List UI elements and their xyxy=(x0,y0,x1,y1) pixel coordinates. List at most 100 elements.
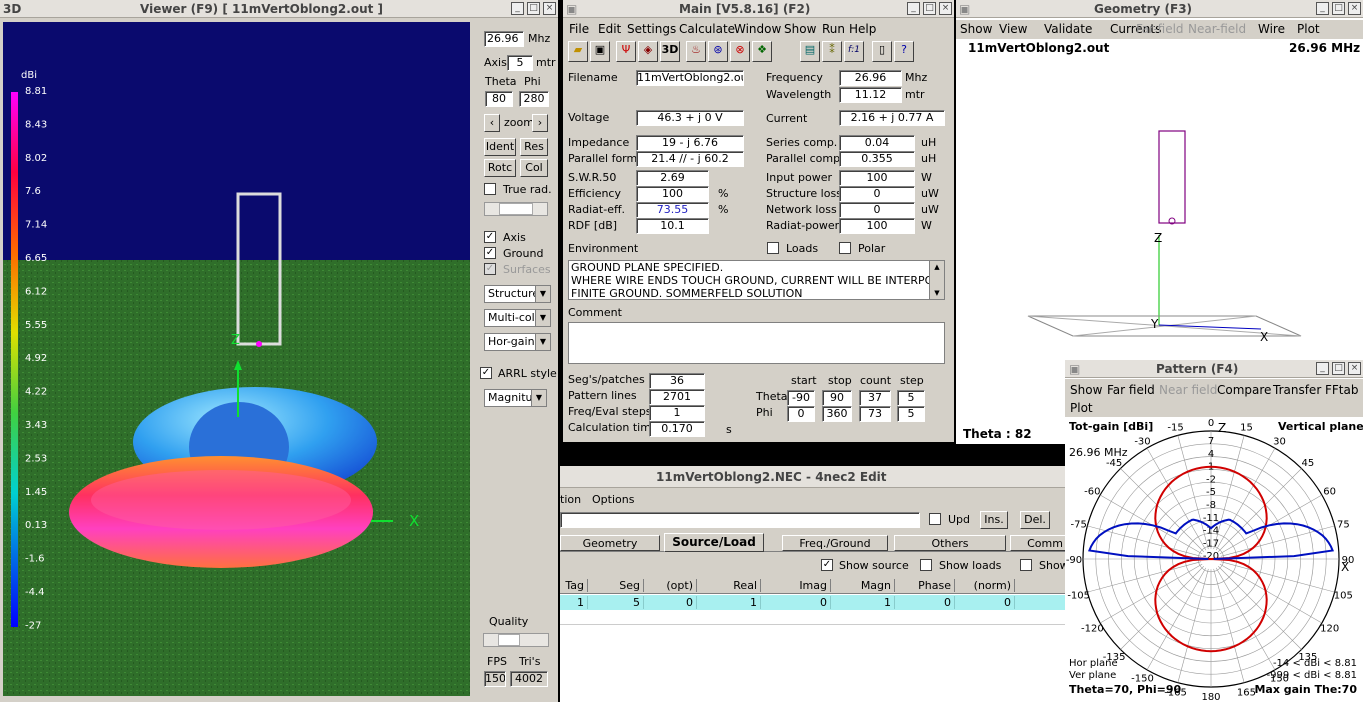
table-cell[interactable]: 1 xyxy=(699,596,761,609)
theta-step-field[interactable]: 5 xyxy=(897,390,925,406)
table-row[interactable]: 15010100 xyxy=(560,595,1065,610)
menu-show[interactable]: Show xyxy=(784,22,816,36)
quality-slider[interactable] xyxy=(483,633,549,647)
pattern-menu-near-field[interactable]: Near field xyxy=(1159,383,1217,397)
table-header-cell[interactable]: Tag xyxy=(560,579,588,592)
pattern-menu-far-field[interactable]: Far field xyxy=(1107,383,1155,397)
minimize-button[interactable]: _ xyxy=(1316,2,1329,15)
col-button[interactable]: Col xyxy=(520,159,548,177)
table-cell[interactable]: 0 xyxy=(645,596,697,609)
maximize-button[interactable]: □ xyxy=(1332,2,1345,15)
globe-icon[interactable]: ⊛ xyxy=(708,41,728,62)
scale-button[interactable]: f:1 xyxy=(844,41,864,62)
table-header-cell[interactable]: Phase xyxy=(897,579,955,592)
rdf-field[interactable]: 10.1 xyxy=(636,218,709,234)
theta-field[interactable]: 80 xyxy=(485,91,513,107)
surfaces-checkbox[interactable]: ✓ xyxy=(484,263,496,275)
upd-checkbox[interactable] xyxy=(929,513,941,525)
menu-settings[interactable]: Settings xyxy=(627,22,676,36)
res-button[interactable]: Res xyxy=(520,138,548,156)
minimize-button[interactable]: _ xyxy=(907,2,920,15)
menu-calculate[interactable]: Calculate xyxy=(679,22,735,36)
phi-count-field[interactable]: 73 xyxy=(859,406,891,422)
edit-menu-options[interactable]: Options xyxy=(592,493,634,506)
cube-icon[interactable]: ◈ xyxy=(638,41,658,62)
help-icon[interactable]: ? xyxy=(894,41,914,62)
close-button[interactable]: × xyxy=(1348,362,1361,375)
edit-titlebar[interactable]: 11mVertOblong2.NEC - 4nec2 Edit xyxy=(560,466,1065,488)
pattern-menu-plot[interactable]: Plot xyxy=(1070,401,1093,415)
view-3d-button[interactable]: 3D xyxy=(660,41,680,62)
geometry-menu-validate[interactable]: Validate xyxy=(1044,22,1092,36)
gain-select[interactable]: Hor-gain ▼ xyxy=(484,333,551,351)
menu-edit[interactable]: Edit xyxy=(598,22,621,36)
table-header-cell[interactable]: Imag xyxy=(763,579,831,592)
maximize-button[interactable]: □ xyxy=(527,2,540,15)
current-field[interactable]: 2.16 + j 0.77 A xyxy=(839,110,945,126)
segs-field[interactable]: 36 xyxy=(649,373,705,389)
table-header-cell[interactable]: (norm) xyxy=(957,579,1015,592)
viewer-titlebar[interactable]: 3D Viewer (F9) [ 11mVertOblong2.out ] _ □… xyxy=(0,0,558,18)
table-cell[interactable]: 0 xyxy=(763,596,831,609)
viewer-3d-canvas[interactable]: 8.81 8.43 8.02 7.6 7.14 6.65 6.12 5.55 4.92 4.22 3… xyxy=(3,22,470,696)
target-icon[interactable]: ⊗ xyxy=(730,41,750,62)
color-select[interactable]: Multi-colo ▼ xyxy=(484,309,551,327)
minimize-button[interactable]: _ xyxy=(1316,362,1329,375)
table-cell[interactable]: 1 xyxy=(833,596,895,609)
close-button[interactable]: × xyxy=(1348,2,1361,15)
table-cell[interactable]: 5 xyxy=(590,596,644,609)
table-cell[interactable]: 0 xyxy=(897,596,955,609)
phi-field[interactable]: 280 xyxy=(519,91,549,107)
env-scrollbar[interactable]: ▲ ▼ xyxy=(929,261,944,299)
pattern-menu-transfer[interactable]: Transfer xyxy=(1273,383,1321,397)
swr-field[interactable]: 2.69 xyxy=(636,170,709,186)
menu-run[interactable]: Run xyxy=(822,22,845,36)
show-source-checkbox[interactable]: ✓ xyxy=(821,559,833,571)
main-titlebar[interactable]: ▣ Main [V5.8.16] (F2) _ □ × xyxy=(563,0,954,18)
maximize-button[interactable]: □ xyxy=(923,2,936,15)
geometry-menu-show[interactable]: Show xyxy=(960,22,992,36)
theta-count-field[interactable]: 37 xyxy=(859,390,891,406)
close-button[interactable]: × xyxy=(939,2,952,15)
network-loss-field[interactable]: 0 xyxy=(839,202,915,218)
theta-start-field[interactable]: -90 xyxy=(787,390,815,406)
radiat-eff-field[interactable]: 73.55 xyxy=(636,202,709,218)
geometry-menu-plot[interactable]: Plot xyxy=(1297,22,1320,36)
del-button[interactable]: Del. xyxy=(1020,511,1050,529)
geometry-menu-near-field[interactable]: Near-field xyxy=(1188,22,1246,36)
antenna-icon[interactable]: Ψ xyxy=(616,41,636,62)
pattern-titlebar[interactable]: ▣ Pattern (F4) _ □ × xyxy=(1065,360,1363,378)
pattern-menu-fftab[interactable]: FFtab xyxy=(1325,383,1358,397)
table-cell[interactable]: 0 xyxy=(957,596,1015,609)
phi-stop-field[interactable]: 360 xyxy=(822,406,852,422)
geometry-titlebar[interactable]: ▣ Geometry (F3) _ □ × xyxy=(956,0,1363,18)
axis-checkbox[interactable]: ✓ xyxy=(484,231,496,243)
calc-time-field[interactable]: 0.170 xyxy=(649,421,705,437)
magnitude-select[interactable]: Magnitud ▼ xyxy=(484,389,547,407)
radiat-power-field[interactable]: 100 xyxy=(839,218,915,234)
axis-field[interactable]: 5 xyxy=(507,55,533,71)
polar-checkbox[interactable] xyxy=(839,242,851,254)
ground-checkbox[interactable]: ✓ xyxy=(484,247,496,259)
parallel-form-field[interactable]: 21.4 // - j 60.2 xyxy=(636,151,744,167)
open-icon[interactable]: ▰ xyxy=(568,41,588,62)
freq-steps-field[interactable]: 1 xyxy=(649,405,705,421)
menu-file[interactable]: File xyxy=(569,22,589,36)
structure-select[interactable]: Structure ▼ xyxy=(484,285,551,303)
parallel-comp-field[interactable]: 0.355 xyxy=(839,151,915,167)
pattern-lines-field[interactable]: 2701 xyxy=(649,389,705,405)
voltage-field[interactable]: 46.3 + j 0 V xyxy=(636,110,744,126)
tab-geometry[interactable]: Geometry xyxy=(560,535,660,551)
table-header-cell[interactable]: (opt) xyxy=(645,579,697,592)
tab-freq-ground[interactable]: Freq./Ground xyxy=(782,535,888,551)
pattern-icon[interactable]: ♨ xyxy=(686,41,706,62)
table-cell[interactable]: 1 xyxy=(560,596,588,609)
geometry-menu-far-field[interactable]: Far-field xyxy=(1136,22,1184,36)
save-icon[interactable]: ▣ xyxy=(590,41,610,62)
optimize-icon[interactable]: ❖ xyxy=(752,41,772,62)
geometry-menu-view[interactable]: View xyxy=(999,22,1027,36)
edit-menu-action[interactable]: tion xyxy=(560,493,581,506)
loads-checkbox[interactable] xyxy=(767,242,779,254)
sweep-icon[interactable]: ⁑ xyxy=(822,41,842,62)
true-rad-checkbox[interactable] xyxy=(484,183,496,195)
